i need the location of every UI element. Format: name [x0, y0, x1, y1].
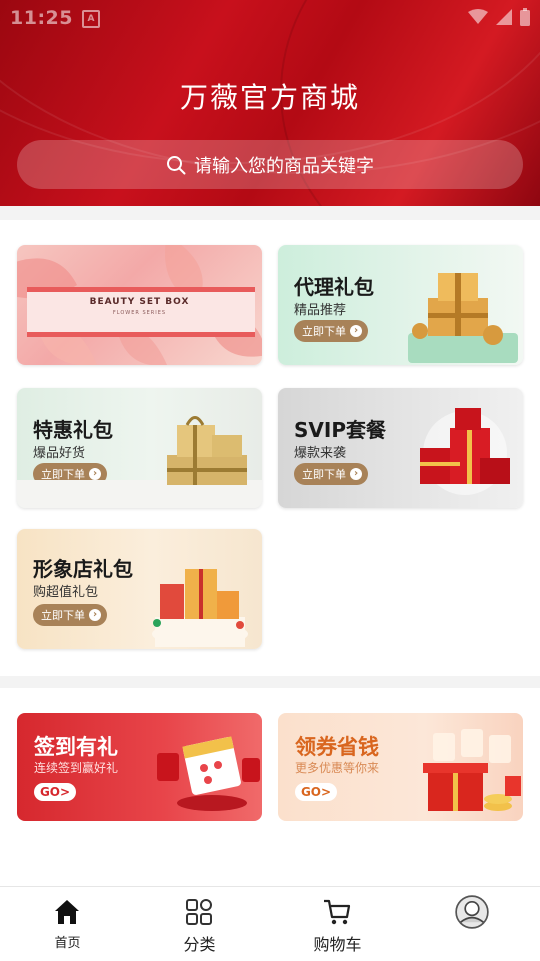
promo-title: 签到有礼 [34, 735, 118, 759]
tab-cart[interactable]: 购物车 [270, 887, 405, 961]
tab-category[interactable]: 分类 [132, 887, 267, 961]
card-special-package[interactable]: 特惠礼包 爆品好货 立即下单 › [17, 388, 262, 508]
gift-boxes-image [152, 569, 248, 647]
cart-icon [324, 899, 351, 925]
promo-subtitle: 连续签到赢好礼 [34, 761, 119, 775]
card-subtitle: 精品推荐 [294, 303, 347, 318]
order-now-label: 立即下单 [302, 468, 346, 481]
gift-boxes-image [167, 416, 247, 485]
battery-icon [520, 8, 530, 26]
order-now-label: 立即下单 [41, 609, 85, 622]
promo-title: 领券省钱 [295, 735, 379, 759]
home-icon [55, 900, 79, 924]
card-subtitle: 购超值礼包 [33, 585, 99, 600]
avatar-icon [455, 895, 489, 929]
order-now-button[interactable]: 立即下单 › [33, 604, 107, 626]
go-button[interactable]: GO> [295, 783, 337, 801]
card-title: 代理礼包 [294, 275, 374, 299]
gift-boxes-image [420, 408, 510, 495]
tab-home[interactable]: 首页 [0, 887, 135, 961]
gift-boxes-image [408, 273, 518, 363]
chevron-right-icon: › [89, 609, 101, 621]
banner-box-text: BEAUTY SET BOX [89, 297, 190, 307]
order-now-button[interactable]: 立即下单 › [294, 320, 368, 342]
tab-label: 首页 [54, 936, 81, 951]
promo-checkin[interactable]: 签到有礼 连续签到赢好礼 GO> [17, 713, 262, 821]
card-store-package[interactable]: 形象店礼包 购超值礼包 立即下单 › [17, 529, 262, 649]
card-svip-package[interactable]: SVIP套餐 爆款来袭 立即下单 › [278, 388, 523, 508]
promo-coupon[interactable]: 领券省钱 更多优惠等你来 GO> [278, 713, 523, 821]
coupon-gift-image [423, 729, 521, 811]
card-title: 形象店礼包 [33, 557, 133, 581]
status-bar: 11:25 A [0, 0, 540, 34]
card-title: 特惠礼包 [33, 418, 113, 442]
card-subtitle: 爆款来袭 [294, 446, 347, 461]
search-input[interactable]: 请输入您的商品关键字 [17, 140, 523, 189]
wifi-icon [468, 9, 488, 24]
signal-icon [496, 9, 512, 25]
card-agent-package[interactable]: 代理礼包 精品推荐 立即下单 › [278, 245, 523, 365]
chevron-right-icon: › [350, 325, 362, 337]
order-now-button[interactable]: 立即下单 › [294, 463, 368, 485]
header-banner: 11:25 A 万薇官方商城 请输入您的商品关键字 [0, 0, 540, 206]
chevron-right-icon: › [89, 468, 101, 480]
card-subtitle: 爆品好货 [33, 446, 86, 461]
go-button[interactable]: GO> [34, 783, 76, 801]
card-title: SVIP套餐 [294, 418, 386, 442]
tab-label: 购物车 [313, 935, 362, 954]
category-icon [186, 899, 212, 925]
page-title: 万薇官方商城 [179, 81, 360, 114]
tab-profile[interactable] [405, 887, 540, 961]
status-time: 11:25 [10, 7, 73, 29]
banner-box-subtext: FLOWER SERIES [112, 310, 167, 316]
calendar-gift-image [157, 736, 260, 811]
section-divider [0, 676, 540, 688]
beauty-set-banner[interactable]: BEAUTY SET BOX FLOWER SERIES [17, 245, 262, 365]
tab-label: 分类 [183, 935, 216, 954]
search-icon [167, 155, 186, 174]
search-placeholder: 请输入您的商品关键字 [194, 155, 374, 177]
section-divider [0, 206, 540, 220]
order-now-label: 立即下单 [302, 325, 346, 338]
chevron-right-icon: › [350, 468, 362, 480]
bottom-tab-bar: 首页 分类 购物车 [0, 886, 540, 961]
sim-icon: A [82, 10, 100, 28]
promo-subtitle: 更多优惠等你来 [295, 761, 380, 775]
